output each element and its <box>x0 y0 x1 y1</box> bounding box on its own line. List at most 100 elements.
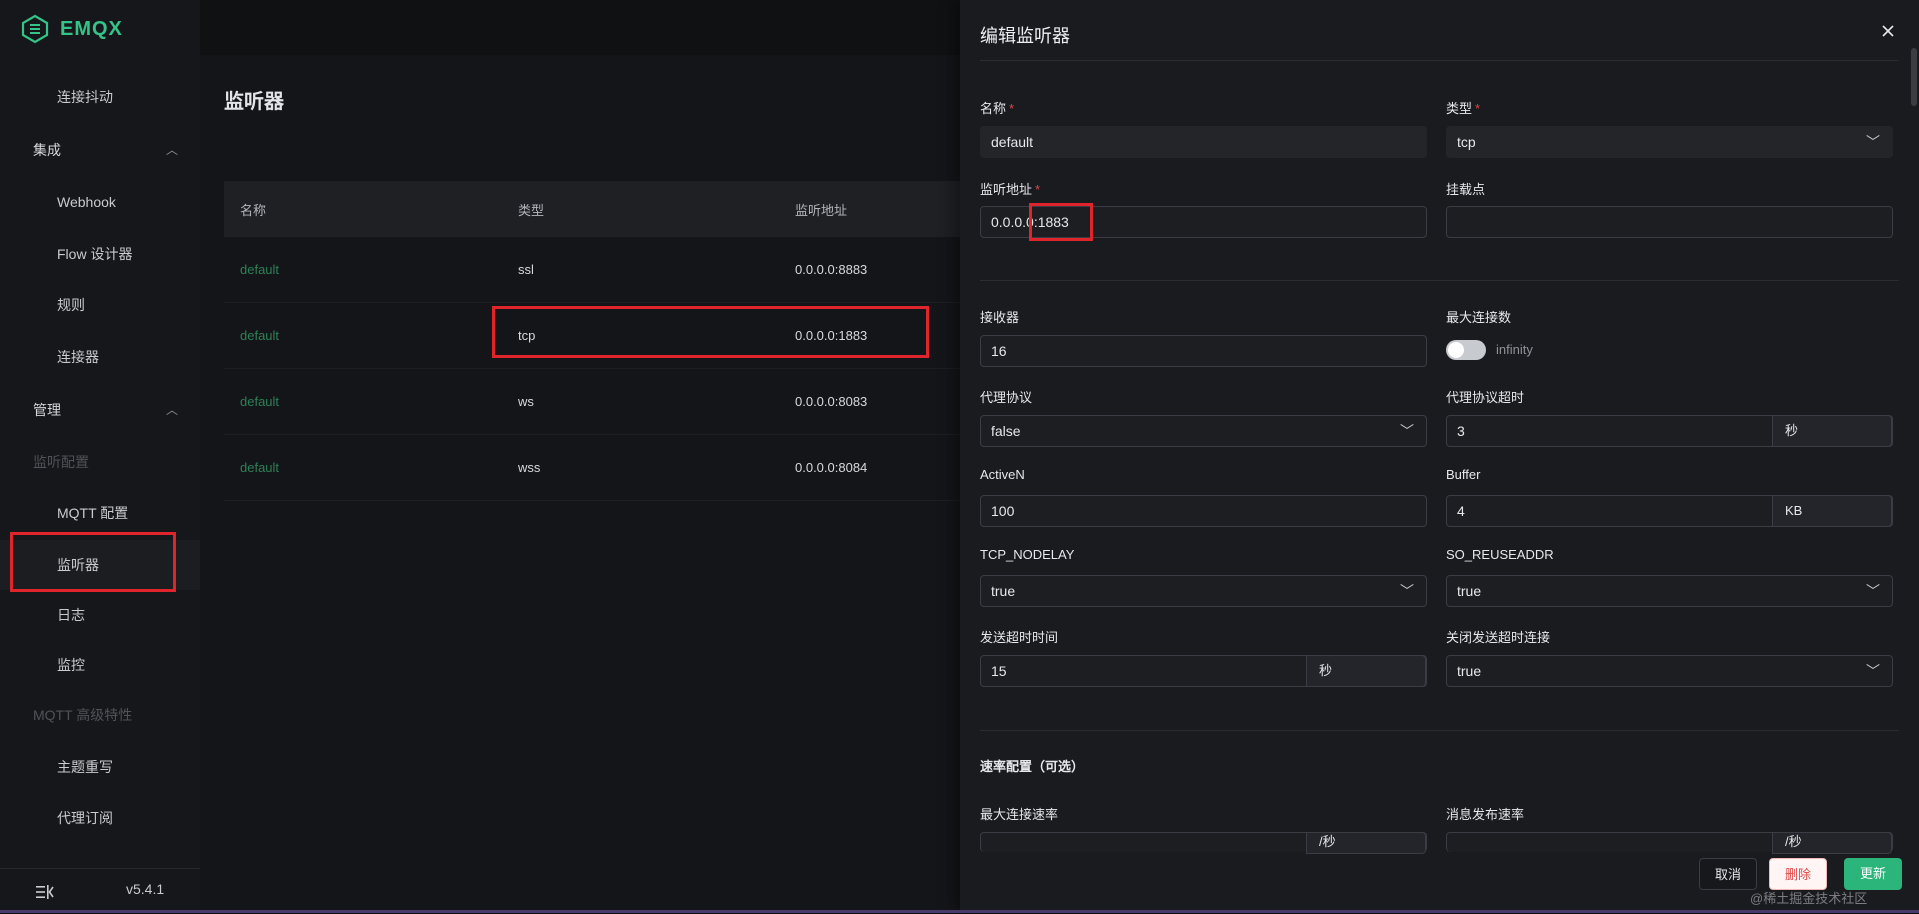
table-row: default wss 0.0.0.0:8084 <box>224 435 984 501</box>
field-label-reuseaddr: SO_REUSEADDR <box>1446 547 1554 562</box>
send-timeout-close-select[interactable]: true ﹀ <box>1446 655 1893 687</box>
nodelay-select[interactable]: true ﹀ <box>980 575 1427 607</box>
chevron-down-icon: ﹀ <box>1400 423 1414 439</box>
chevron-down-icon: ﹀ <box>1866 583 1880 599</box>
field-label-buffer: Buffer <box>1446 467 1481 482</box>
update-button[interactable]: 更新 <box>1844 858 1902 890</box>
table-header: 名称 类型 监听地址 <box>224 181 984 237</box>
drawer-scrollbar[interactable] <box>1911 48 1917 106</box>
name-input[interactable]: default <box>980 126 1427 158</box>
sidebar-item-flapping[interactable]: 连接抖动 <box>0 72 200 122</box>
field-label-proxy-timeout: 代理协议超时 <box>1446 390 1525 405</box>
section-divider <box>980 730 1899 731</box>
proxy-protocol-select[interactable]: false ﹀ <box>980 415 1427 447</box>
sidebar-footer: v5.4.1 <box>0 868 200 914</box>
field-label-mountpoint: 挂载点 <box>1446 182 1486 197</box>
delete-button[interactable]: 删除 <box>1769 858 1827 890</box>
unit-suffix: 秒 <box>1772 415 1892 447</box>
close-icon[interactable] <box>1877 20 1899 42</box>
toggle-knob <box>1448 342 1464 358</box>
sidebar-category-mqtt-advanced: MQTT 高级特性 <box>0 690 200 740</box>
listeners-table: 名称 类型 监听地址 default ssl 0.0.0.0:8883 defa… <box>224 181 984 501</box>
max-conn-rate-input[interactable]: /秒 <box>980 832 1427 854</box>
proxy-timeout-input[interactable]: 3秒 <box>1446 415 1893 447</box>
field-label-messages-rate: 消息发布速率 <box>1446 807 1525 822</box>
listener-address: 0.0.0.0:8084 <box>795 460 868 475</box>
unit-suffix: /秒 <box>1306 832 1426 854</box>
buffer-input[interactable]: 4 KB <box>1446 495 1893 527</box>
sidebar-item-listeners[interactable]: 监听器 <box>0 540 200 590</box>
field-label-max-conn-rate: 最大连接速率 <box>980 807 1059 822</box>
unit-suffix: /秒 <box>1772 832 1892 854</box>
listener-name-link[interactable]: default <box>240 328 279 343</box>
listener-type: ssl <box>518 262 534 277</box>
max-connections-toggle[interactable] <box>1446 340 1486 360</box>
sidebar-item-proxy-subscription[interactable]: 代理订阅 <box>0 793 200 843</box>
field-label-send-timeout: 发送超时时间 <box>980 630 1059 645</box>
type-select[interactable]: tcp ﹀ <box>1446 126 1893 158</box>
table-row: default ws 0.0.0.0:8083 <box>224 369 984 435</box>
active-n-input[interactable]: 100 <box>980 495 1427 527</box>
sidebar-item-label: 主题重写 <box>57 759 113 775</box>
listener-address: 0.0.0.0:1883 <box>795 328 868 343</box>
listener-type: wss <box>518 460 541 475</box>
sidebar-item-rules[interactable]: 规则 <box>0 280 200 330</box>
mountpoint-input[interactable] <box>1446 206 1893 238</box>
chevron-up-icon: ︿ <box>165 403 178 417</box>
send-timeout-input[interactable]: 15 秒 <box>980 655 1427 687</box>
sidebar-item-webhook[interactable]: Webhook <box>0 177 200 227</box>
sidebar-item-label: 监控 <box>57 657 85 673</box>
sidebar-item-mqtt-config[interactable]: MQTT 配置 <box>0 488 200 538</box>
messages-rate-input[interactable]: /秒 <box>1446 832 1893 854</box>
sidebar-item-connectors[interactable]: 连接器 <box>0 332 200 382</box>
sidebar-item-monitoring[interactable]: 监控 <box>0 640 200 690</box>
listener-name-link[interactable]: default <box>240 460 279 475</box>
sidebar-item-label: 连接抖动 <box>57 89 113 105</box>
rate-section-title: 速率配置（可选） <box>980 759 1085 774</box>
page-title: 监听器 <box>224 91 284 113</box>
main-content: 监听器 名称 类型 监听地址 default ssl 0.0.0.0:8883 … <box>200 55 984 913</box>
sidebar-category-label: 监听配置 <box>33 454 89 470</box>
cancel-button[interactable]: 取消 <box>1699 858 1757 890</box>
listener-name-link[interactable]: default <box>240 262 279 277</box>
bind-address-input[interactable]: 0.0.0.0:1883 <box>980 206 1427 238</box>
sidebar-item-logs[interactable]: 日志 <box>0 590 200 640</box>
collapse-sidebar-icon[interactable] <box>36 884 54 900</box>
column-header-address[interactable]: 监听地址 <box>779 200 984 219</box>
sidebar-item-label: 监听器 <box>57 557 99 573</box>
sidebar-item-label: 连接器 <box>57 349 99 365</box>
field-label-nodelay: TCP_NODELAY <box>980 547 1075 562</box>
listener-type: ws <box>518 394 534 409</box>
unit-suffix: KB <box>1772 495 1892 527</box>
drawer-header-divider <box>980 60 1899 61</box>
sidebar: EMQX 连接抖动 集成 ︿ Webhook Flow 设计器 规则 连接器 管理… <box>0 0 200 913</box>
sidebar-item-topic-rewrite[interactable]: 主题重写 <box>0 742 200 792</box>
version-label: v5.4.1 <box>126 881 165 897</box>
logo[interactable]: EMQX <box>20 12 123 46</box>
sidebar-item-label: 日志 <box>57 607 85 623</box>
drawer-title: 编辑监听器 <box>980 26 1070 46</box>
sidebar-item-label: Flow 设计器 <box>57 246 133 262</box>
table-row: default tcp 0.0.0.0:1883 <box>224 303 984 369</box>
sidebar-item-label: 规则 <box>57 297 85 313</box>
max-connections-value: infinity <box>1496 342 1533 357</box>
acceptors-input[interactable]: 16 <box>980 335 1427 367</box>
sidebar-item-label: MQTT 配置 <box>57 505 129 521</box>
sidebar-category-listener-config: 监听配置 <box>0 437 200 487</box>
field-label-bind: 监听地址 * <box>980 182 1041 197</box>
sidebar-item-label: 代理订阅 <box>57 810 113 826</box>
sidebar-group-management[interactable]: 管理 ︿ <box>0 385 200 435</box>
table-row: default ssl 0.0.0.0:8883 <box>224 237 984 303</box>
edit-listener-drawer: 编辑监听器 名称 * default 类型 * tcp ﹀ 监听地址 * 0.0.0.0… <box>960 0 1919 913</box>
reuseaddr-select[interactable]: true ﹀ <box>1446 575 1893 607</box>
unit-suffix: 秒 <box>1306 655 1426 687</box>
field-label-acceptors: 接收器 <box>980 310 1020 325</box>
sidebar-item-flow-designer[interactable]: Flow 设计器 <box>0 229 200 279</box>
sidebar-group-integration[interactable]: 集成 ︿ <box>0 125 200 175</box>
field-label-name: 名称 * <box>980 101 1015 116</box>
column-header-type[interactable]: 类型 <box>502 200 779 219</box>
listener-name-link[interactable]: default <box>240 394 279 409</box>
sidebar-group-label: 集成 <box>33 142 61 158</box>
field-label-type: 类型 * <box>1446 101 1481 116</box>
column-header-name[interactable]: 名称 <box>224 200 502 219</box>
